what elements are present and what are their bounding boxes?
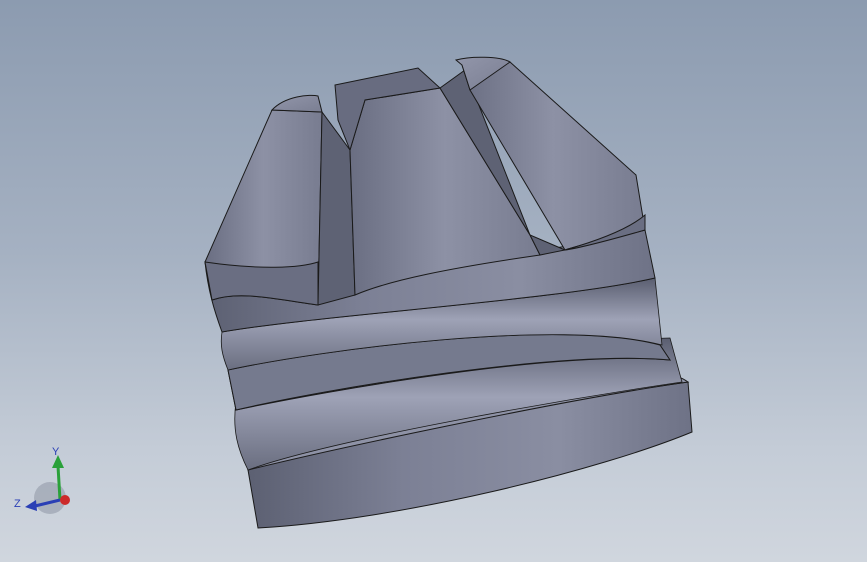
axis-triad: Y Z bbox=[14, 446, 70, 514]
triad-y-axis bbox=[56, 465, 62, 501]
triad-x-marker bbox=[60, 495, 70, 505]
triad-z-arrow bbox=[25, 500, 37, 511]
graphics-viewport[interactable]: Y Z bbox=[0, 0, 867, 562]
triad-y-label: Y bbox=[52, 446, 60, 458]
triad-z-label: Z bbox=[14, 498, 21, 510]
